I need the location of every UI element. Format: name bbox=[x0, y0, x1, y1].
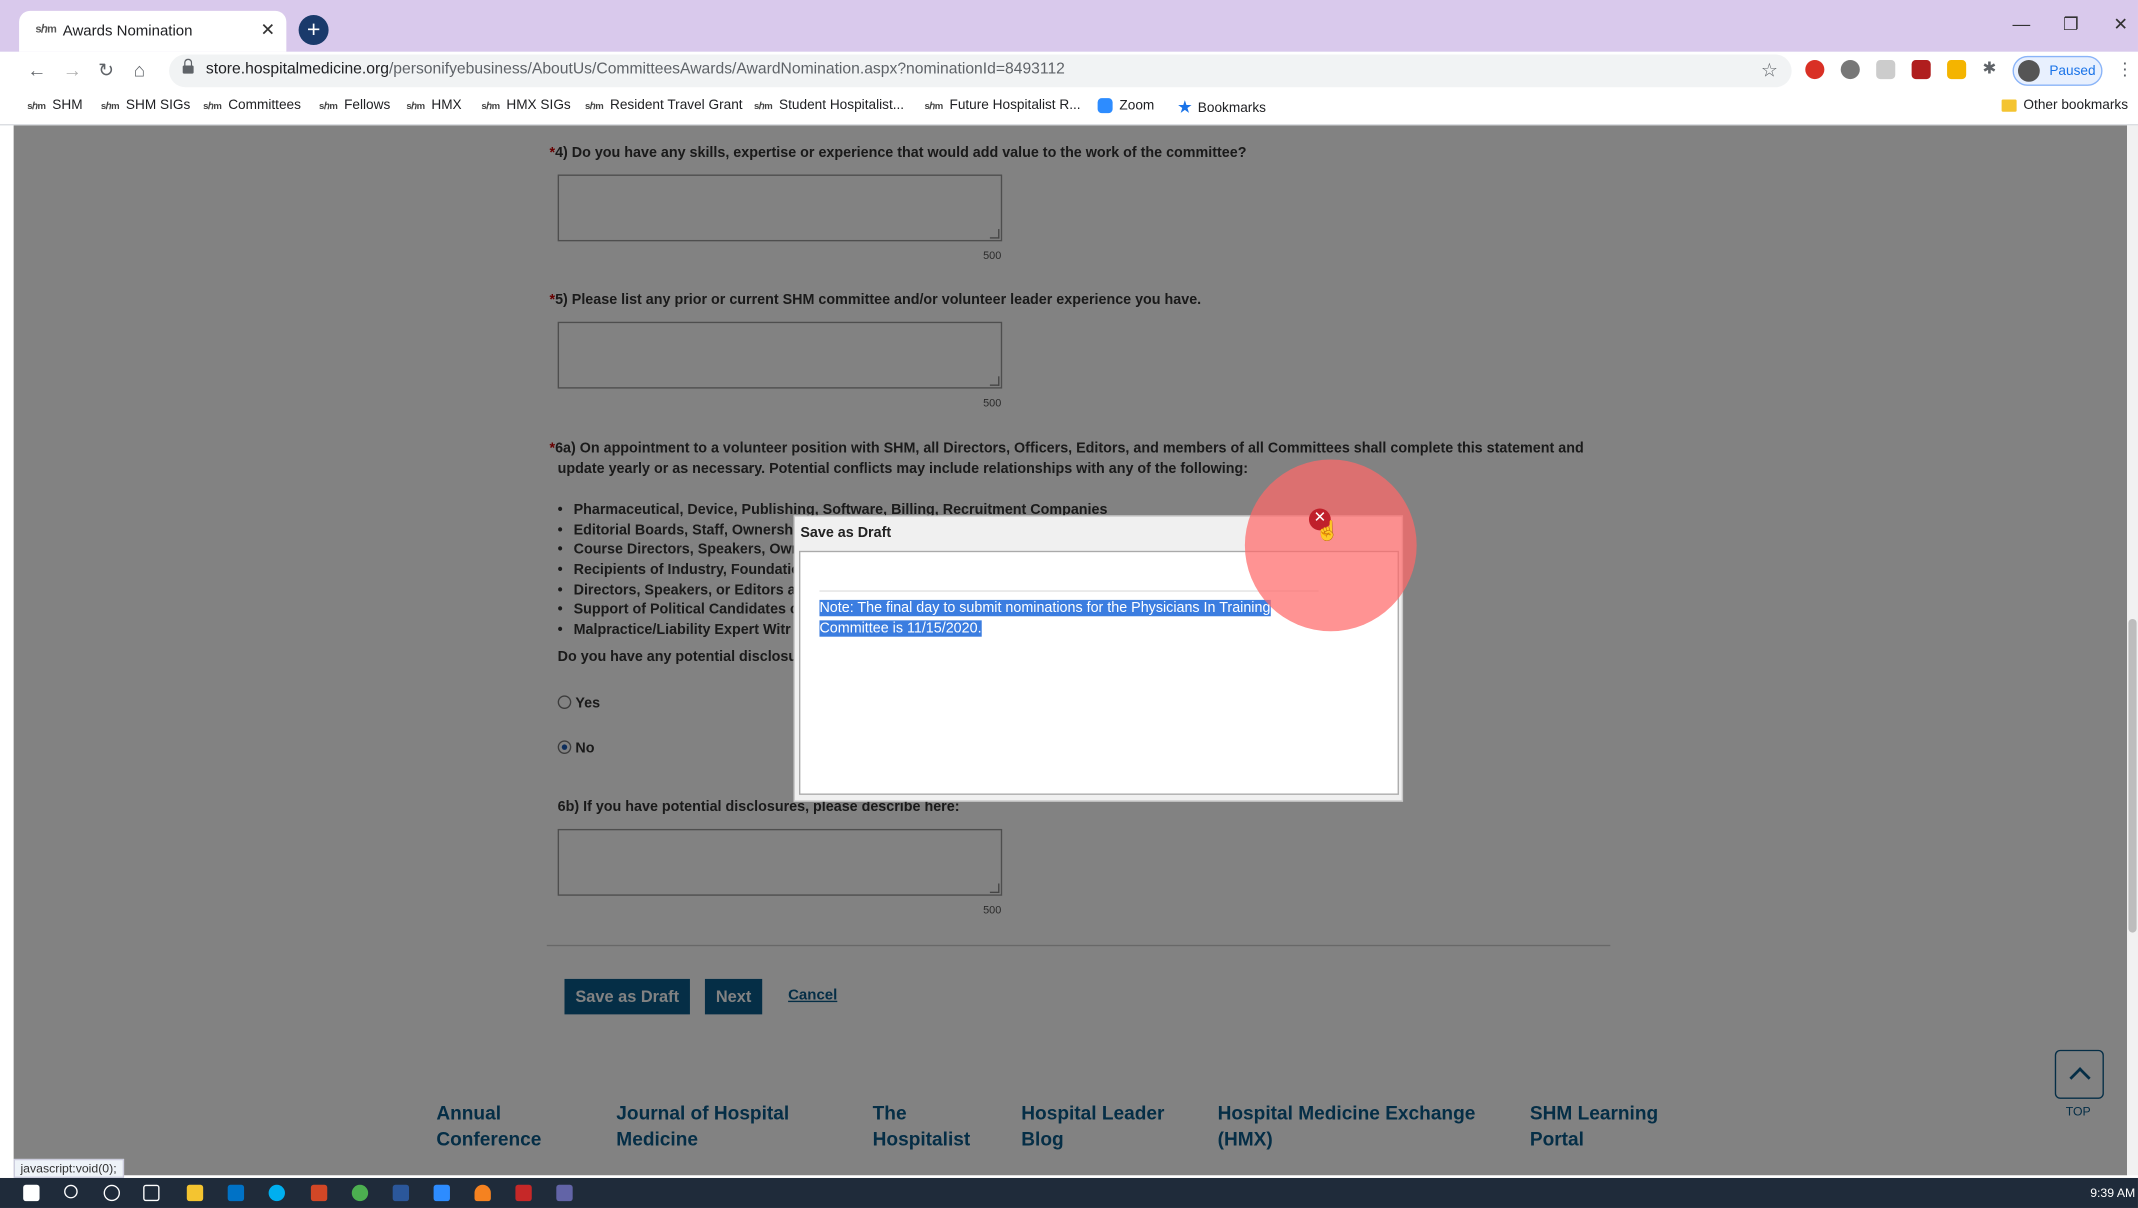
tab-close-icon[interactable]: ✕ bbox=[261, 19, 276, 41]
zoom-taskbar-icon[interactable] bbox=[433, 1184, 450, 1202]
bookmarks-bar: sℎm SHM sℎm SHM SIGs sℎm Committees sℎm Fell… bbox=[0, 89, 2138, 126]
shm-icon: sℎm bbox=[481, 102, 500, 112]
folder-icon bbox=[2001, 99, 2017, 112]
bookmark-star-icon[interactable]: ☆ bbox=[1761, 59, 1778, 82]
shm-icon: sℎm bbox=[100, 102, 120, 112]
window-close-icon[interactable]: ✕ bbox=[2113, 14, 2128, 36]
star-icon: ★ bbox=[1178, 99, 1191, 116]
shm-icon: sℎm bbox=[584, 102, 604, 112]
bookmark-other-bookmarks[interactable]: Other bookmarks bbox=[2001, 98, 2128, 113]
shm-icon: sℎm bbox=[924, 102, 943, 112]
restore-icon[interactable]: ❐ bbox=[2063, 14, 2079, 36]
bookmark-shm[interactable]: sℎm SHM bbox=[27, 98, 82, 113]
clock: 9:39 AM bbox=[2090, 1186, 2136, 1200]
shm-icon: sℎm bbox=[754, 102, 773, 112]
shm-icon: sℎm bbox=[406, 102, 425, 112]
chrome-icon[interactable] bbox=[351, 1184, 369, 1202]
click-highlight bbox=[1244, 459, 1417, 632]
back-arrow-icon[interactable]: ← bbox=[27, 59, 46, 81]
extension-yellow-icon[interactable] bbox=[1947, 59, 1967, 80]
new-tab-button[interactable]: + bbox=[298, 14, 329, 45]
dialog-note: Note: The final day to submit nomination… bbox=[819, 599, 1271, 637]
tab-title: Awards Nomination bbox=[62, 23, 193, 40]
lock-icon bbox=[182, 58, 194, 75]
bookmark-hmx-sigs[interactable]: sℎm HMX SIGs bbox=[481, 98, 570, 113]
bookmark-shm-sigs[interactable]: sℎm SHM SIGs bbox=[101, 98, 190, 113]
search-icon[interactable] bbox=[64, 1184, 78, 1199]
bookmark-bookmarks[interactable]: ★ Bookmarks bbox=[1178, 98, 1266, 116]
app-red-icon[interactable] bbox=[515, 1184, 532, 1202]
task-view-icon[interactable] bbox=[143, 1184, 160, 1202]
bookmark-future-hospitalist[interactable]: sℎm Future Hospitalist R... bbox=[924, 98, 1080, 113]
shm-icon: sℎm bbox=[203, 102, 222, 112]
file-explorer-icon[interactable] bbox=[186, 1184, 204, 1202]
extension-circle-icon[interactable] bbox=[1840, 59, 1860, 80]
page-scrollbar[interactable] bbox=[2127, 125, 2138, 1176]
home-icon[interactable]: ⌂ bbox=[134, 59, 146, 81]
tab-strip: sℎm Awards Nomination ✕ + — ❐ ✕ bbox=[0, 0, 2138, 52]
bookmark-student-hospitalist[interactable]: sℎm Student Hospitalist... bbox=[754, 98, 904, 113]
zoom-icon bbox=[1097, 98, 1113, 114]
profile-status-label: Paused bbox=[2049, 64, 2096, 80]
avatar bbox=[2017, 59, 2040, 82]
windows-start-icon[interactable] bbox=[23, 1184, 40, 1202]
teams-icon[interactable] bbox=[556, 1184, 573, 1202]
puzzle-extensions-icon[interactable]: ✱ bbox=[1983, 59, 2002, 78]
bookmark-resident-travel-grant[interactable]: sℎm Resident Travel Grant bbox=[585, 98, 743, 113]
cortana-icon[interactable] bbox=[103, 1184, 120, 1202]
bookmark-fellows[interactable]: sℎm Fellows bbox=[319, 98, 390, 113]
divider bbox=[819, 590, 1319, 592]
acrobat-extension-icon[interactable] bbox=[1911, 59, 1931, 80]
outlook-icon[interactable] bbox=[227, 1184, 245, 1202]
profile-paused-button[interactable]: Paused bbox=[2012, 55, 2103, 86]
reload-icon[interactable]: ↻ bbox=[98, 59, 114, 82]
shm-icon: sℎm bbox=[27, 102, 46, 112]
address-bar[interactable]: store.hospitalmedicine.org/personifyebus… bbox=[169, 54, 1792, 88]
bookmark-zoom[interactable]: Zoom bbox=[1097, 98, 1154, 114]
url-text: store.hospitalmedicine.org/personifyebus… bbox=[205, 61, 1065, 78]
scrollbar-thumb[interactable] bbox=[2128, 618, 2137, 933]
extension-red-icon[interactable] bbox=[1805, 59, 1825, 80]
windows-taskbar: 9:39 AM bbox=[0, 1177, 2138, 1208]
forward-arrow-icon[interactable]: → bbox=[63, 59, 82, 81]
bookmark-committees[interactable]: sℎm Committees bbox=[203, 98, 301, 113]
cloud-icon[interactable] bbox=[474, 1184, 491, 1202]
shm-icon: sℎm bbox=[319, 102, 338, 112]
word-icon[interactable] bbox=[392, 1184, 410, 1202]
powerpoint-icon[interactable] bbox=[310, 1184, 328, 1202]
minimize-icon[interactable]: — bbox=[2013, 14, 2031, 34]
bookmark-hmx[interactable]: sℎm HMX bbox=[406, 98, 461, 113]
skype-icon[interactable] bbox=[268, 1184, 285, 1202]
shm-favicon-icon: sℎm bbox=[35, 23, 57, 36]
browser-menu-icon[interactable]: ⋮ bbox=[2116, 59, 2134, 81]
browser-tab-awards-nomination[interactable]: sℎm Awards Nomination ✕ bbox=[19, 10, 287, 52]
hand-cursor-icon: ☝ bbox=[1315, 519, 1340, 542]
extension-gray-icon[interactable] bbox=[1876, 59, 1896, 80]
status-bar: javascript:void(0); bbox=[13, 1158, 124, 1178]
dialog-title: Save as Draft bbox=[800, 524, 892, 542]
